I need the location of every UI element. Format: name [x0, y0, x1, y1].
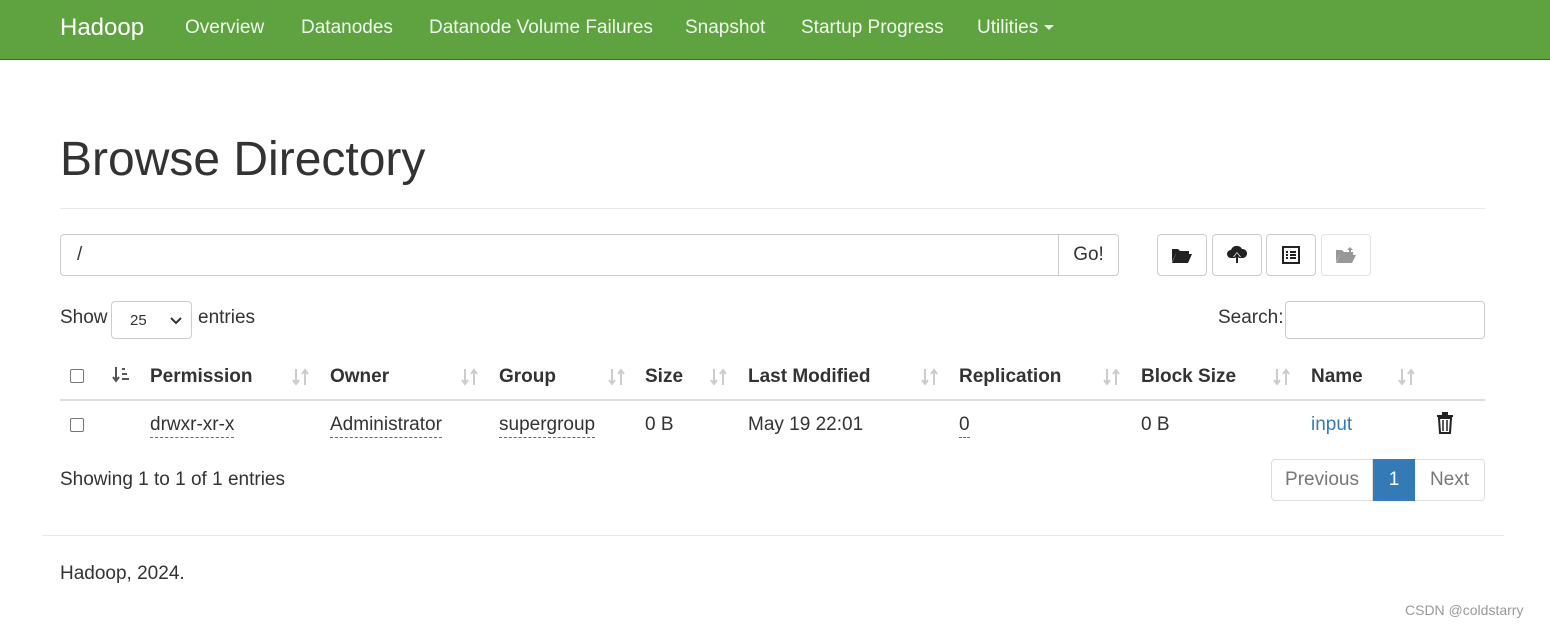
column-header-last-modified[interactable]: Last Modified: [748, 366, 870, 388]
list-alt-icon: [1282, 246, 1300, 264]
cut-paste-button[interactable]: [1266, 234, 1316, 276]
nav-datanodes[interactable]: Datanodes: [301, 17, 393, 39]
table-header-divider: [60, 399, 1485, 401]
cell-permission[interactable]: drwxr-xr-x: [150, 414, 235, 438]
column-header-group[interactable]: Group: [499, 366, 556, 388]
column-header-replication[interactable]: Replication: [959, 366, 1061, 388]
divider: [60, 208, 1485, 209]
table-info: Showing 1 to 1 of 1 entries: [60, 469, 285, 490]
column-header-name[interactable]: Name: [1311, 366, 1363, 388]
pagination: Previous 1 Next: [1271, 459, 1485, 501]
footer-divider: [42, 535, 1504, 536]
cell-owner[interactable]: Administrator: [330, 414, 442, 438]
chevron-down-icon: [170, 317, 182, 325]
entries-per-page-select[interactable]: 25: [111, 301, 192, 339]
cell-name-link[interactable]: input: [1311, 414, 1352, 436]
sort-ascending-icon[interactable]: [112, 365, 132, 385]
cloud-upload-icon: [1227, 245, 1248, 263]
trash-icon[interactable]: [1436, 412, 1454, 434]
page-1-button[interactable]: 1: [1373, 459, 1415, 501]
search-label: Search:: [1218, 307, 1284, 328]
paste-button[interactable]: [1321, 234, 1371, 276]
select-all-checkbox[interactable]: [70, 369, 84, 383]
sort-both-icon[interactable]: [921, 367, 939, 387]
sort-both-icon[interactable]: [1398, 367, 1416, 387]
sort-both-icon[interactable]: [608, 367, 626, 387]
caret-down-icon: [1044, 25, 1055, 30]
previous-page-button[interactable]: Previous: [1271, 459, 1373, 501]
upload-files-button[interactable]: [1212, 234, 1262, 276]
brand-link[interactable]: Hadoop: [60, 14, 144, 42]
column-header-owner[interactable]: Owner: [330, 366, 389, 388]
sort-both-icon[interactable]: [292, 367, 310, 387]
nav-datanode-volume-failures[interactable]: Datanode Volume Failures: [429, 17, 653, 39]
footer-text: Hadoop, 2024.: [60, 563, 185, 584]
folder-open-icon: [1172, 249, 1192, 263]
sort-both-icon[interactable]: [710, 367, 728, 387]
search-input[interactable]: [1285, 301, 1485, 339]
row-checkbox[interactable]: [70, 418, 84, 432]
nav-utilities-dropdown[interactable]: Utilities: [977, 17, 1055, 39]
watermark: CSDN @coldstarry: [1405, 602, 1524, 618]
cell-size: 0 B: [645, 414, 674, 435]
entries-per-page-value: 25: [130, 312, 147, 329]
sort-both-icon[interactable]: [1103, 367, 1121, 387]
sort-both-icon[interactable]: [461, 367, 479, 387]
nav-startup-progress[interactable]: Startup Progress: [801, 17, 944, 39]
column-header-size[interactable]: Size: [645, 366, 683, 388]
nav-overview[interactable]: Overview: [185, 17, 264, 39]
column-header-block-size[interactable]: Block Size: [1141, 366, 1236, 388]
page-title: Browse Directory: [60, 133, 426, 186]
go-button[interactable]: Go!: [1058, 234, 1119, 276]
entries-label: entries: [198, 307, 256, 328]
cell-group[interactable]: supergroup: [499, 414, 596, 438]
sort-both-icon[interactable]: [1273, 367, 1291, 387]
cell-replication[interactable]: 0: [959, 414, 970, 438]
create-directory-button[interactable]: [1157, 234, 1207, 276]
nav-snapshot[interactable]: Snapshot: [685, 17, 765, 39]
nav-utilities-label: Utilities: [977, 17, 1039, 38]
folder-move-icon: [1336, 247, 1356, 263]
show-label: Show: [60, 307, 108, 328]
cell-block-size: 0 B: [1141, 414, 1170, 435]
navbar: Hadoop Overview Datanodes Datanode Volum…: [0, 0, 1550, 60]
next-page-button[interactable]: Next: [1415, 459, 1485, 501]
cell-last-modified: May 19 22:01: [748, 414, 864, 435]
column-header-permission[interactable]: Permission: [150, 366, 252, 388]
directory-path-input[interactable]: [60, 234, 1059, 276]
